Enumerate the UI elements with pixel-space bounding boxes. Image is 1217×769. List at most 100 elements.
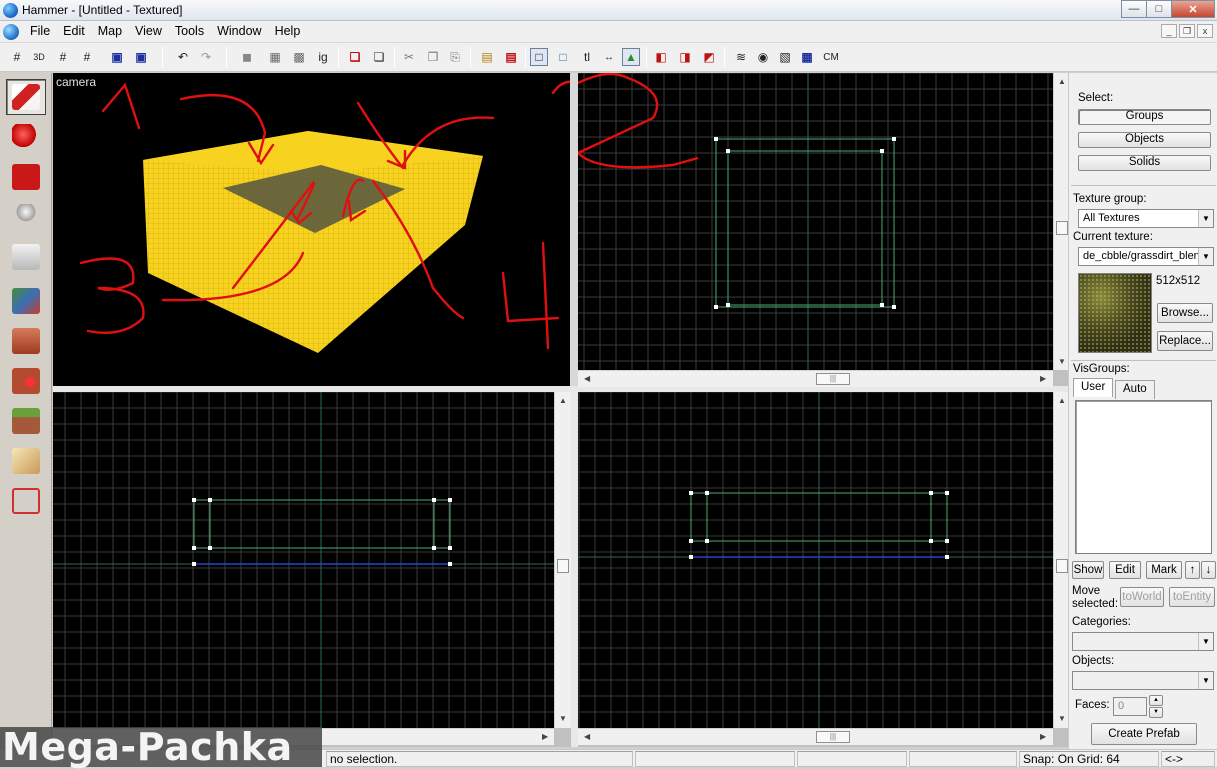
selection-handle [192,546,196,550]
texture-lock-icon[interactable]: ▩ [290,48,308,66]
magnify-icon [12,124,40,150]
faces-input[interactable]: 0 [1113,697,1147,716]
magnify-tool[interactable] [6,119,46,155]
selection-handle [192,498,196,502]
maximize-button[interactable]: □ [1146,0,1172,18]
objects-select[interactable]: ▼ [1072,671,1214,690]
hide-selected-icon[interactable]: ❏ [346,48,364,66]
select-objects-icon[interactable]: □ [530,48,548,66]
minimize-button[interactable]: — [1121,0,1147,18]
entity-tool[interactable] [6,199,46,235]
move-down-icon[interactable]: ↓ [1201,561,1216,579]
carve-icon[interactable]: ◼ [238,48,256,66]
entity-report-icon[interactable]: ≋ [732,48,750,66]
vertex-tool[interactable] [6,483,46,519]
texture-group-select[interactable]: All Textures ▼ [1078,209,1214,228]
selection-handle [705,491,709,495]
view-xy-icon[interactable]: ◨ [676,48,694,66]
top-viewport[interactable] [578,73,1053,370]
browse-button[interactable]: Browse... [1157,303,1213,323]
mdi-restore-button[interactable]: ❐ [1179,24,1195,38]
close-button[interactable]: ✕ [1171,0,1215,18]
3d-grid-icon[interactable]: 3D [30,48,48,66]
larger-grid-icon[interactable]: # [78,48,96,66]
selection-handle [192,562,196,566]
side-hscroll-thumb[interactable]: ||| [816,731,850,743]
faces-down-icon[interactable]: ▼ [1149,707,1163,718]
move-up-icon[interactable]: ↑ [1185,561,1200,579]
menu-tools[interactable]: Tools [175,24,204,38]
top-viewport-hscroll[interactable]: ◀ ||| ▶ [578,370,1053,387]
visgroups-list[interactable] [1075,400,1212,554]
current-texture-select[interactable]: de_cbble/grassdirt_blen ▼ [1078,247,1214,266]
categories-select[interactable]: ▼ [1072,632,1214,651]
top-vscroll-thumb[interactable] [1056,221,1068,235]
run-map-icon[interactable]: ▦ [798,48,816,66]
map-properties-icon[interactable]: ▧ [776,48,794,66]
tab-auto[interactable]: Auto [1115,380,1155,399]
mirror-icon[interactable]: ▲ [622,48,640,66]
side-viewport[interactable] [578,392,1053,728]
paste-icon[interactable]: ⎘ [446,48,464,66]
clipping-tool[interactable] [6,443,46,479]
menu-window[interactable]: Window [217,24,261,38]
undo-icon[interactable]: ↶ [174,48,192,66]
menu-help[interactable]: Help [275,24,301,38]
texture-lock-button[interactable]: tl [578,48,596,66]
camera-tool[interactable] [6,159,46,195]
brush-outline [193,499,451,549]
select-objects-button[interactable]: Objects [1078,132,1211,148]
ignore-groups-button[interactable]: ig [314,48,332,66]
menu-view[interactable]: View [135,24,162,38]
smaller-grid-icon[interactable]: # [54,48,72,66]
texture-application-tool[interactable] [6,283,46,319]
selection-arrow-icon [12,84,40,110]
top-hscroll-thumb[interactable]: ||| [816,373,850,385]
show-all-icon[interactable]: ❏ [370,48,388,66]
selection-tool[interactable] [6,79,46,115]
menu-map[interactable]: Map [98,24,122,38]
camera-viewport[interactable]: camera [53,73,570,386]
mdi-minimize-button[interactable]: _ [1161,24,1177,38]
apply-texture-tool[interactable] [6,323,46,359]
replace-button[interactable]: Replace... [1157,331,1213,351]
view-yz-icon[interactable]: ◩ [700,48,718,66]
document-icon[interactable] [3,24,19,40]
to-world-button[interactable]: toWorld [1120,587,1164,607]
main-toolbar: # 3D # # ▣ ▣ ↶ ↷ ◼ ▦ ▩ ig ❏ ❏ ✂ ❐ ⎘ ▤ ▤ … [0,43,1217,72]
side-viewport-hscroll[interactable]: ◀ ||| ▶ [578,728,1053,745]
block-tool[interactable] [6,239,46,275]
visgroup-mark-button[interactable]: Mark [1146,561,1182,579]
ungroup-icon[interactable]: ▣ [132,48,150,66]
visgroup-show-button[interactable]: Show [1072,561,1104,579]
faces-up-icon[interactable]: ▲ [1149,695,1163,706]
select-solids-button[interactable]: Solids [1078,155,1211,171]
side-vscroll-thumb[interactable] [1056,559,1068,573]
mdi-close-button[interactable]: x [1197,24,1213,38]
view-3d-icon[interactable]: ◧ [652,48,670,66]
grid-toggle-icon[interactable]: # [8,48,26,66]
tab-user[interactable]: User [1073,378,1114,397]
front-viewport-vscroll[interactable]: ▲ ▼ [554,392,571,728]
redo-icon[interactable]: ↷ [197,48,215,66]
select-groups-button[interactable]: Groups [1078,109,1211,125]
cordon-icon[interactable]: ▤ [502,48,520,66]
compile-button[interactable]: CM [820,48,842,66]
create-prefab-button[interactable]: Create Prefab [1091,723,1197,745]
menu-edit[interactable]: Edit [63,24,85,38]
flip-icon[interactable]: ↔ [600,48,618,66]
decal-tool[interactable] [6,363,46,399]
check-problems-icon[interactable]: ◉ [754,48,772,66]
cut-icon[interactable]: ✂ [400,48,418,66]
texture-application-icon[interactable]: ▤ [478,48,496,66]
front-vscroll-thumb[interactable] [557,559,569,573]
copy-icon[interactable]: ❐ [424,48,442,66]
select-box-icon[interactable]: □ [554,48,572,66]
to-entity-button[interactable]: toEntity [1169,587,1215,607]
group-icon[interactable]: ▣ [108,48,126,66]
hollow-icon[interactable]: ▦ [266,48,284,66]
overlay-tool[interactable] [6,403,46,439]
visgroup-edit-button[interactable]: Edit [1109,561,1141,579]
front-viewport[interactable] [53,392,554,728]
menu-file[interactable]: File [30,24,50,38]
